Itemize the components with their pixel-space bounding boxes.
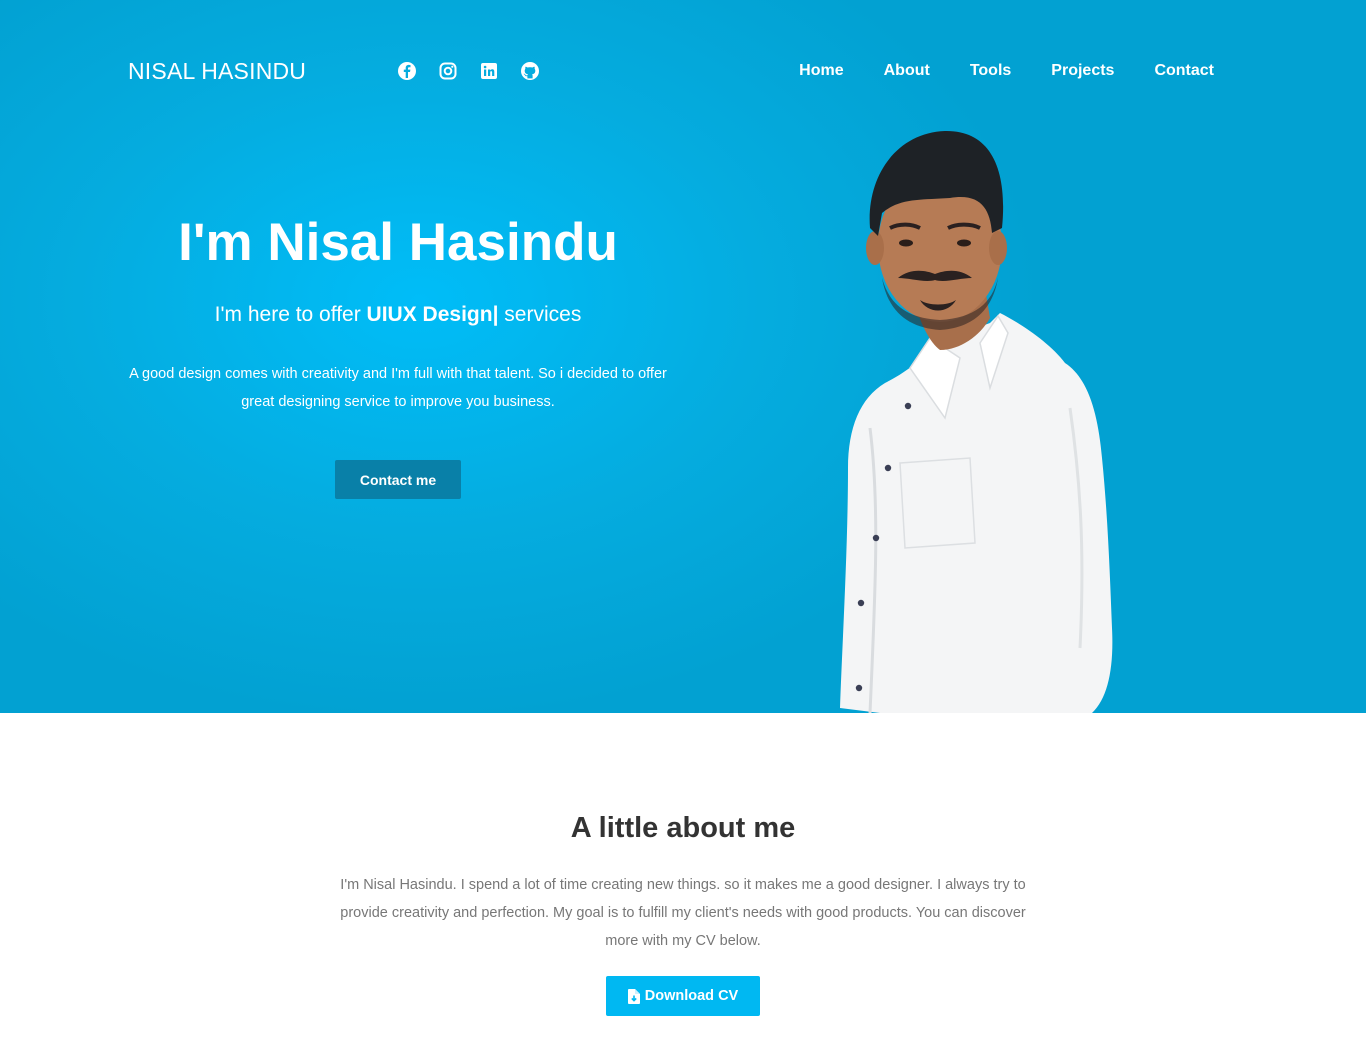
linkedin-icon[interactable] (479, 61, 499, 81)
nav-contact[interactable]: Contact (1154, 62, 1214, 80)
hero-subtitle-prefix: I'm here to offer (214, 303, 361, 326)
nav-tools[interactable]: Tools (970, 62, 1011, 80)
nav-home[interactable]: Home (799, 62, 843, 80)
file-download-icon (627, 988, 640, 1004)
contact-me-button[interactable]: Contact me (335, 460, 461, 499)
main-nav: Home About Tools Projects Contact (799, 62, 1214, 80)
hero-section: NISAL HASINDU Home About Tools Projects … (0, 0, 1366, 713)
nav-about[interactable]: About (884, 62, 930, 80)
about-text: I'm Nisal Hasindu. I spend a lot of time… (340, 877, 1026, 949)
hero-subtitle: I'm here to offer UIUX Design| services (128, 303, 668, 327)
download-cv-label: Download CV (644, 988, 739, 1004)
facebook-icon[interactable] (397, 61, 417, 81)
github-icon[interactable] (520, 61, 540, 81)
hero-subtitle-suffix: services (504, 303, 582, 326)
instagram-icon[interactable] (438, 61, 458, 81)
hero-subtitle-highlight: UIUX Design| (366, 303, 499, 326)
nav-projects[interactable]: Projects (1051, 62, 1114, 80)
download-cv-button[interactable]: Download CV (606, 976, 760, 1016)
profile-photo (830, 128, 1120, 713)
about-title: A little about me (570, 812, 796, 844)
brand-logo[interactable]: NISAL HASINDU (128, 58, 306, 85)
social-links (397, 61, 540, 81)
hero-description: A good design comes with creativity and … (129, 366, 667, 410)
hero-title: I'm Nisal Hasindu (178, 213, 618, 272)
